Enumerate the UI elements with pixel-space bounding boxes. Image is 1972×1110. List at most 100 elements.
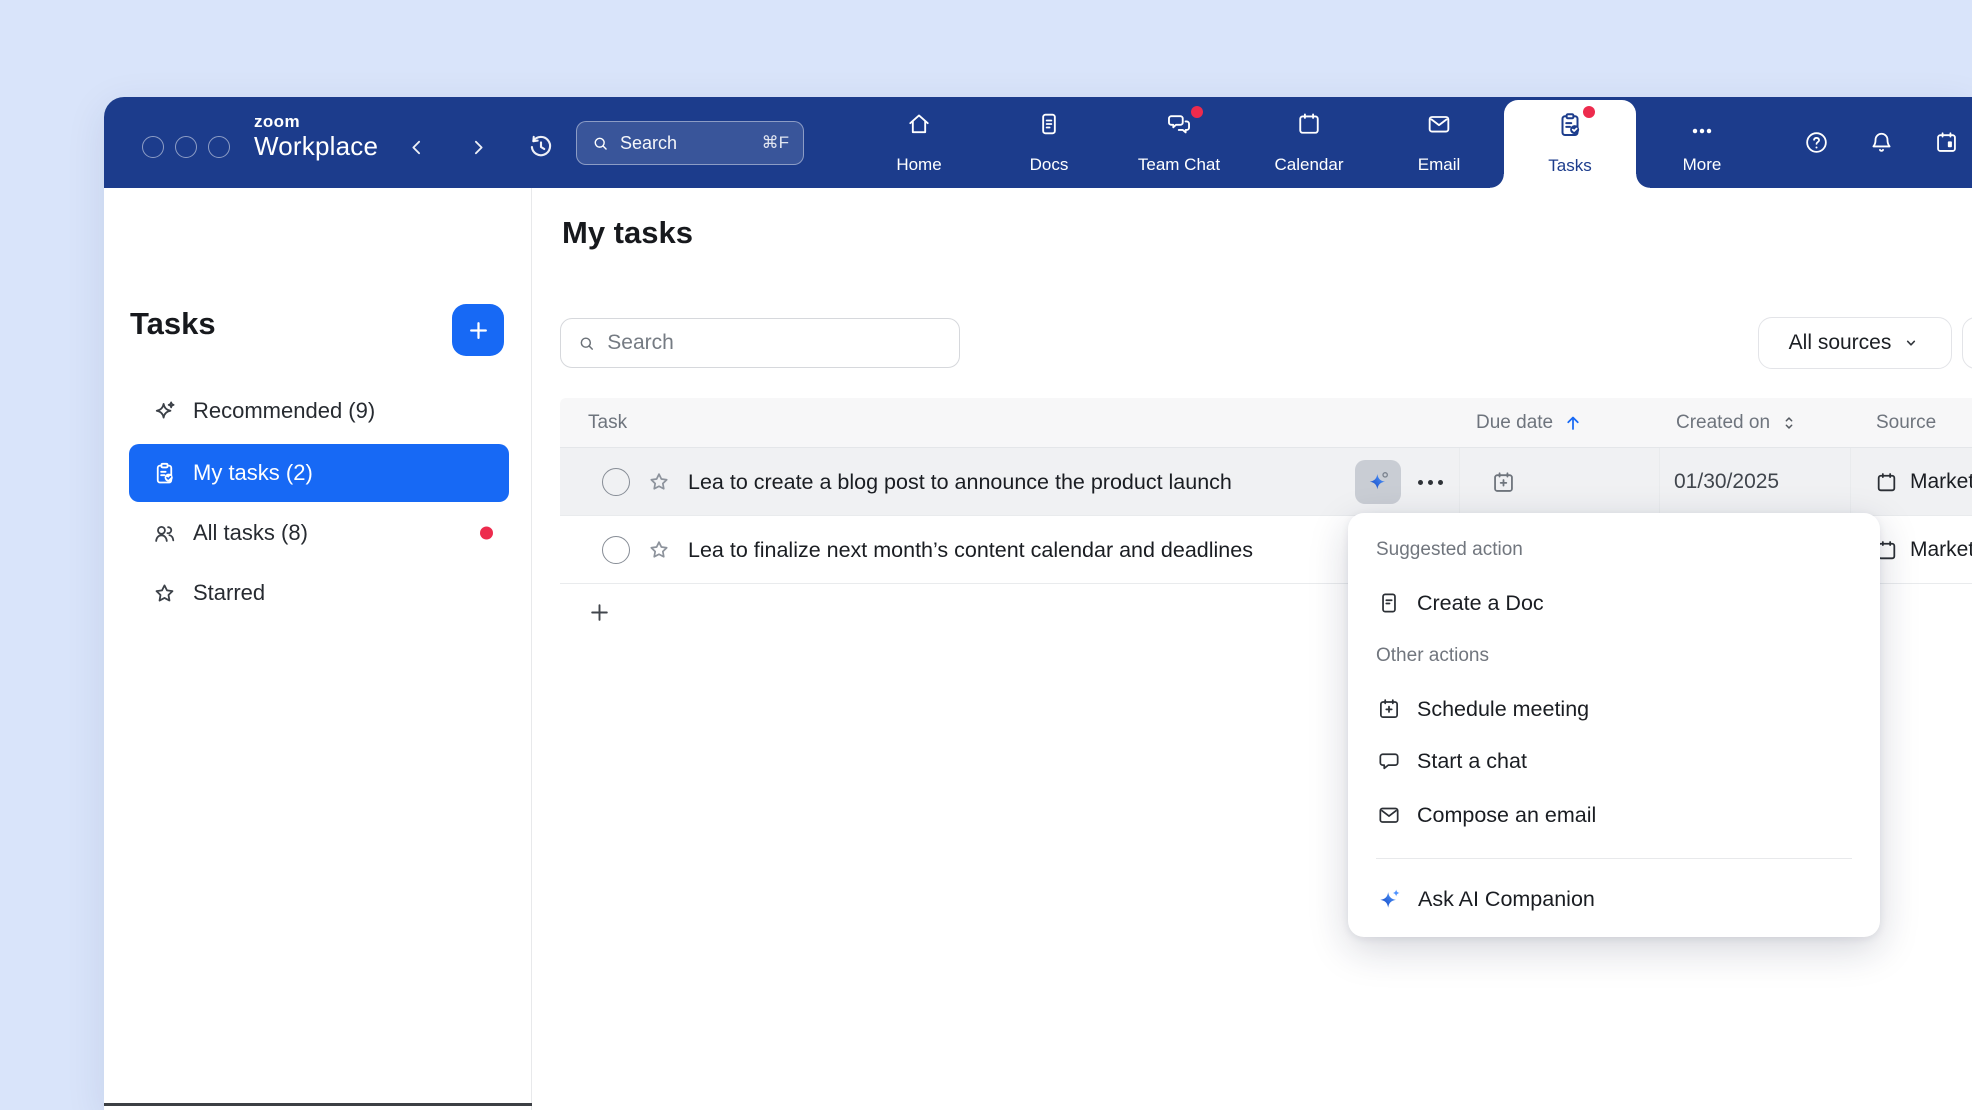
question-circle-icon bbox=[1803, 129, 1830, 156]
column-header-source: Source bbox=[1876, 398, 1936, 448]
nav-team-chat-label: Team Chat bbox=[1124, 155, 1234, 175]
ai-actions-popup-menu: Suggested action Create a Doc Other acti… bbox=[1348, 513, 1880, 937]
task-search-field[interactable] bbox=[560, 318, 960, 368]
global-search-placeholder: Search bbox=[620, 133, 677, 154]
clipped-filter-button[interactable] bbox=[1962, 317, 1972, 369]
ai-companion-icon bbox=[1376, 886, 1403, 913]
home-icon bbox=[905, 110, 933, 138]
nav-calendar[interactable]: Calendar bbox=[1254, 97, 1364, 188]
calendar-date-icon bbox=[1933, 129, 1960, 156]
task-title: Lea to create a blog post to announce th… bbox=[688, 448, 1232, 516]
task-table-header: Task Due date Created on Source bbox=[560, 398, 1972, 448]
nav-more[interactable]: More bbox=[1647, 97, 1757, 188]
window-control-zoom[interactable] bbox=[208, 136, 230, 158]
search-icon bbox=[577, 333, 596, 354]
nav-home[interactable]: Home bbox=[864, 97, 974, 188]
source-value: Marketing bbox=[1910, 448, 1972, 516]
created-on-value: 01/30/2025 bbox=[1674, 448, 1779, 516]
sources-filter-dropdown[interactable]: All sources bbox=[1758, 317, 1952, 369]
star-icon bbox=[151, 580, 178, 607]
menu-item-start-chat[interactable]: Start a chat bbox=[1362, 739, 1866, 783]
page-title: My tasks bbox=[562, 215, 693, 251]
task-complete-checkbox[interactable] bbox=[602, 468, 630, 496]
task-more-options-button[interactable] bbox=[1418, 448, 1443, 516]
sidebar-title: Tasks bbox=[130, 306, 216, 342]
search-icon bbox=[591, 134, 610, 153]
menu-item-create-doc[interactable]: Create a Doc bbox=[1362, 581, 1866, 625]
menu-item-label: Compose an email bbox=[1417, 803, 1596, 828]
envelope-icon bbox=[1376, 802, 1402, 828]
menu-item-compose-email[interactable]: Compose an email bbox=[1362, 793, 1866, 837]
all-tasks-notification-dot bbox=[480, 527, 493, 540]
nav-tasks-label: Tasks bbox=[1504, 156, 1636, 176]
menu-item-label: Create a Doc bbox=[1417, 591, 1544, 616]
sparkle-icon bbox=[151, 398, 178, 425]
sidebar-item-recommended[interactable]: Recommended (9) bbox=[129, 382, 509, 440]
sidebar-item-starred[interactable]: Starred bbox=[129, 564, 509, 622]
team-chat-notification-dot bbox=[1191, 106, 1203, 118]
ai-companion-actions-button[interactable] bbox=[1355, 460, 1401, 504]
ai-sparkle-icon bbox=[1365, 469, 1391, 495]
calendar-date-button[interactable] bbox=[1933, 129, 1960, 156]
tab-curve-left bbox=[1490, 174, 1504, 188]
sidebar-bottom-edge bbox=[104, 1103, 532, 1106]
calendar-plus-icon bbox=[1490, 469, 1517, 496]
cell-divider bbox=[1459, 448, 1460, 515]
window-control-minimize[interactable] bbox=[175, 136, 197, 158]
cell-divider bbox=[1659, 448, 1660, 515]
suggested-action-section-label: Suggested action bbox=[1376, 539, 1523, 561]
clipboard-check-icon bbox=[151, 460, 178, 487]
task-title: Lea to finalize next month’s content cal… bbox=[688, 516, 1253, 584]
menu-item-schedule-meeting[interactable]: Schedule meeting bbox=[1362, 687, 1866, 731]
menu-divider bbox=[1376, 858, 1852, 859]
tasks-notification-dot bbox=[1583, 106, 1595, 118]
tasks-icon bbox=[1555, 110, 1585, 140]
star-task-button[interactable] bbox=[646, 537, 672, 563]
nav-docs[interactable]: Docs bbox=[994, 97, 1104, 188]
sidebar-item-my-tasks[interactable]: My tasks (2) bbox=[129, 444, 509, 502]
notifications-button[interactable] bbox=[1868, 129, 1895, 156]
team-chat-icon bbox=[1165, 110, 1193, 138]
star-task-button[interactable] bbox=[646, 469, 672, 495]
chevron-left-icon bbox=[404, 135, 429, 160]
nav-calendar-label: Calendar bbox=[1254, 155, 1364, 175]
global-search-bar[interactable]: Search ⌘F bbox=[576, 121, 804, 165]
menu-item-ask-ai-companion[interactable]: Ask AI Companion bbox=[1362, 875, 1866, 923]
menu-item-label: Ask AI Companion bbox=[1418, 887, 1595, 912]
column-header-due-date[interactable]: Due date bbox=[1476, 398, 1584, 448]
sidebar-item-label: My tasks (2) bbox=[193, 460, 313, 486]
more-ellipsis-icon bbox=[1688, 117, 1716, 145]
task-row-1[interactable]: Lea to create a blog post to announce th… bbox=[560, 448, 1972, 516]
nav-home-label: Home bbox=[864, 155, 974, 175]
new-task-button[interactable] bbox=[452, 304, 504, 356]
sources-filter-label: All sources bbox=[1789, 331, 1892, 355]
history-button[interactable] bbox=[526, 132, 556, 162]
add-due-date-button[interactable] bbox=[1490, 469, 1517, 496]
plus-icon bbox=[465, 317, 492, 344]
sidebar-item-all-tasks[interactable]: All tasks (8) bbox=[129, 504, 509, 562]
sidebar-item-label: Recommended (9) bbox=[193, 398, 375, 424]
sidebar-item-label: All tasks (8) bbox=[193, 520, 308, 546]
nav-more-label: More bbox=[1647, 155, 1757, 175]
nav-email[interactable]: Email bbox=[1384, 97, 1494, 188]
forward-button[interactable] bbox=[466, 135, 491, 160]
desktop-background: { "colors": { "accent": "#1769F5", "navb… bbox=[0, 0, 1972, 1110]
back-button[interactable] bbox=[404, 135, 429, 160]
calendar-icon bbox=[1295, 110, 1323, 138]
sort-chevrons-icon bbox=[1779, 413, 1799, 433]
nav-tasks-active-tab[interactable]: Tasks bbox=[1504, 100, 1636, 188]
menu-item-label: Schedule meeting bbox=[1417, 697, 1589, 722]
help-button[interactable] bbox=[1803, 129, 1830, 156]
task-complete-checkbox[interactable] bbox=[602, 536, 630, 564]
people-icon bbox=[151, 520, 178, 547]
sidebar-item-label: Starred bbox=[193, 580, 265, 606]
column-header-created-on[interactable]: Created on bbox=[1676, 398, 1799, 448]
chevron-down-icon bbox=[1901, 333, 1921, 353]
doc-icon bbox=[1376, 590, 1402, 616]
add-task-button[interactable] bbox=[586, 599, 613, 626]
window-control-close[interactable] bbox=[142, 136, 164, 158]
logo-zoom-text: zoom bbox=[254, 112, 378, 132]
task-search-input[interactable] bbox=[607, 331, 943, 355]
nav-team-chat[interactable]: Team Chat bbox=[1124, 97, 1234, 188]
app-window: zoom Workplace Search ⌘F Home bbox=[104, 97, 1972, 1110]
